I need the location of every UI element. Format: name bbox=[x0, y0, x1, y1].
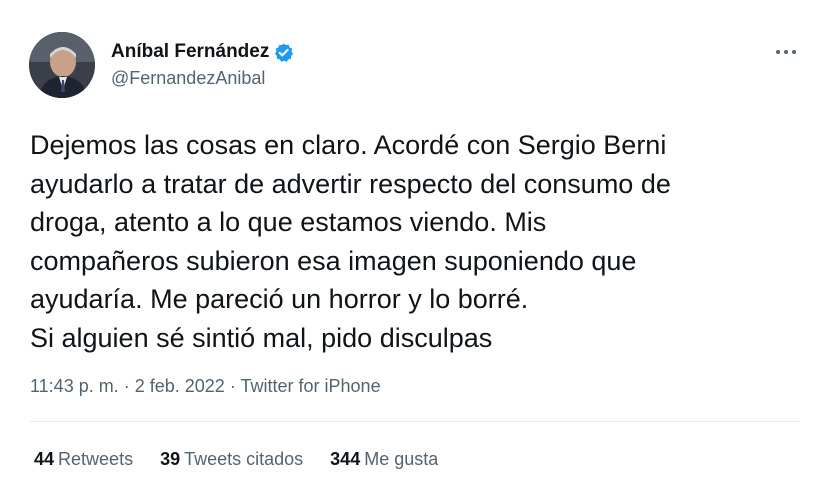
retweets-count: 44 bbox=[34, 449, 55, 469]
meta-separator: · bbox=[229, 376, 241, 396]
likes-label: Me gusta bbox=[364, 449, 439, 469]
tweet-text: Dejemos las cosas en claro. Acordé con S… bbox=[30, 130, 671, 353]
tweet-stats: 44 Retweets 39 Tweets citados 344 Me gusta bbox=[34, 449, 465, 470]
retweets-label: Retweets bbox=[58, 449, 134, 469]
likes-stat[interactable]: 344 Me gusta bbox=[330, 449, 438, 470]
tweet-meta: 11:43 p. m. · 2 feb. 2022 · Twitter for … bbox=[30, 376, 381, 397]
likes-count: 344 bbox=[330, 449, 361, 469]
divider bbox=[30, 421, 800, 422]
user-handle[interactable]: @FernandezAnibal bbox=[111, 68, 265, 89]
tweet-source[interactable]: Twitter for iPhone bbox=[241, 376, 381, 396]
avatar[interactable] bbox=[29, 32, 95, 98]
more-options-icon[interactable] bbox=[770, 42, 802, 62]
quotes-stat[interactable]: 39 Tweets citados bbox=[160, 449, 303, 470]
meta-separator: · bbox=[123, 376, 135, 396]
quotes-label: Tweets citados bbox=[184, 449, 304, 469]
tweet-time[interactable]: 11:43 p. m. bbox=[30, 376, 119, 396]
tweet-date[interactable]: 2 feb. 2022 bbox=[135, 376, 225, 396]
user-name-row[interactable]: Aníbal Fernández bbox=[111, 40, 294, 64]
display-name[interactable]: Aníbal Fernández bbox=[111, 41, 269, 63]
verified-badge-icon bbox=[273, 42, 294, 63]
retweets-stat[interactable]: 44 Retweets bbox=[34, 449, 133, 470]
quotes-count: 39 bbox=[160, 449, 181, 469]
tweet-card: Aníbal Fernández @FernandezAnibal Dejemo… bbox=[0, 0, 830, 488]
